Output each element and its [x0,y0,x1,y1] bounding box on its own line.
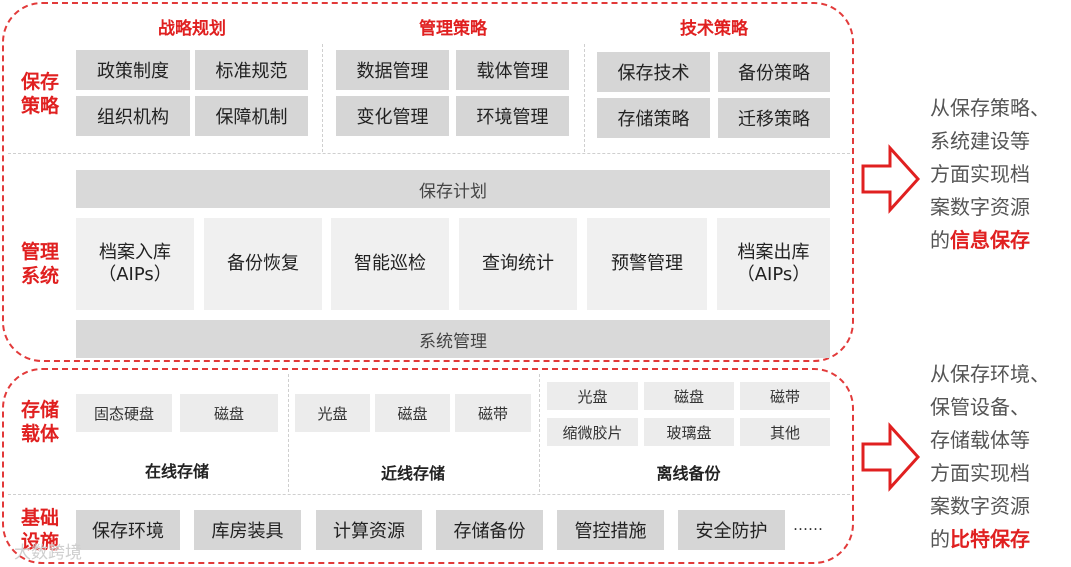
group-title-nearline: 近线存储 [380,464,445,483]
column-divider [322,44,323,152]
strategy-box: 保存技术 [597,52,710,92]
module-box: 智能巡检 [331,218,449,310]
group-title-online: 在线存储 [144,462,209,481]
strategy-box: 变化管理 [336,96,449,136]
infra-box: 保存环境 [76,510,180,550]
carrier-box: 磁盘 [180,394,278,432]
section-divider [8,153,850,154]
side-text-line: 的比特保存 [930,523,1068,556]
strategy-box: 存储策略 [597,98,710,138]
side-text-line: 案数字资源 [930,195,1030,219]
module-box: 档案入库 （AIPs） [76,218,194,310]
plan-bar: 保存计划 [76,170,830,208]
infra-box: 计算资源 [316,510,422,550]
col-title-management-strategy: 管理策略 [419,19,487,39]
carrier-box: 光盘 [295,394,370,432]
carrier-box: 缩微胶片 [547,418,638,446]
module-box: 预警管理 [587,218,707,310]
watermark-text: 大数跨境 [14,543,82,563]
side-text-line: 从保存环境、 [930,362,1050,386]
strategy-box: 迁移策略 [718,98,830,138]
system-management-bar: 系统管理 [76,320,830,358]
carrier-box: 光盘 [547,382,638,410]
group-title-offline: 离线备份 [656,464,721,483]
label-management-system: 管理 系统 [20,241,59,287]
column-divider [584,44,585,152]
right-arrow-icon [861,144,921,214]
carrier-box: 玻璃盘 [644,418,734,446]
infra-box: 存储备份 [436,510,543,550]
group-divider [539,374,540,492]
module-box: 档案出库 （AIPs） [717,218,830,310]
section-divider [8,494,850,495]
side-text-bit-preservation: 从保存环境、 保管设备、 存储载体等 方面实现档 案数字资源 的比特保存 [930,358,1068,556]
module-box: 备份恢复 [204,218,322,310]
carrier-box: 磁带 [455,394,531,432]
infra-more-ellipsis: …… [793,516,823,534]
carrier-box: 磁带 [740,382,830,410]
strategy-box: 环境管理 [456,96,569,136]
side-text-line: 案数字资源 [930,494,1030,518]
side-text-prefix: 的 [930,527,950,551]
group-divider [288,374,289,492]
col-title-technical-strategy: 技术策略 [680,19,748,39]
label-preservation-strategy: 保存 策略 [20,71,59,117]
side-text-prefix: 的 [930,228,950,252]
strategy-box: 数据管理 [336,50,449,90]
strategy-box: 标准规范 [195,50,308,90]
infra-box: 管控措施 [557,510,664,550]
strategy-box: 载体管理 [456,50,569,90]
strategy-box: 政策制度 [76,50,190,90]
right-arrow-icon [861,422,921,492]
strategy-box: 保障机制 [195,96,308,136]
side-text-line: 方面实现档 [930,461,1030,485]
carrier-box: 磁盘 [644,382,734,410]
infra-box: 库房装具 [194,510,301,550]
side-text-info-preservation: 从保存策略、 系统建设等 方面实现档 案数字资源 的信息保存 [930,92,1068,257]
col-title-strategic-planning: 战略规划 [158,19,226,39]
side-text-line: 存储载体等 [930,428,1030,452]
side-text-line: 保管设备、 [930,395,1030,419]
strategy-box: 备份策略 [718,52,830,92]
side-text-line: 方面实现档 [930,162,1030,186]
side-text-emphasis: 比特保存 [950,527,1030,551]
carrier-box: 磁盘 [375,394,450,432]
side-text-line: 的信息保存 [930,224,1068,257]
carrier-box: 其他 [740,418,830,446]
strategy-box: 组织机构 [76,96,190,136]
module-box: 查询统计 [459,218,577,310]
label-storage-carrier: 存储 载体 [20,399,59,445]
infra-box: 安全防护 [678,510,785,550]
side-text-emphasis: 信息保存 [950,228,1030,252]
side-text-line: 系统建设等 [930,129,1030,153]
carrier-box: 固态硬盘 [76,394,172,432]
side-text-line: 从保存策略、 [930,96,1050,120]
